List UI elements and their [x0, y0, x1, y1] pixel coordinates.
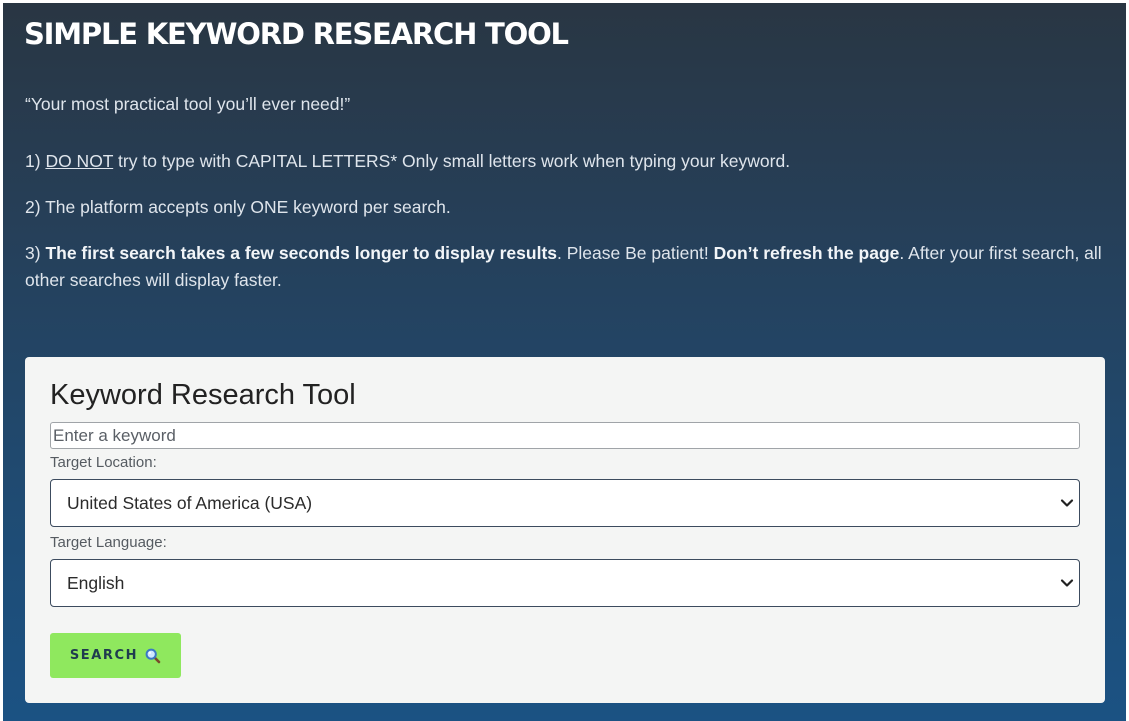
page-title: SIMPLE KEYWORD RESEARCH TOOL: [24, 17, 569, 51]
target-language-label: Target Language:: [50, 534, 167, 551]
search-button-label: SEARCH: [69, 648, 139, 663]
instruction-3-number: 3): [25, 243, 46, 263]
chevron-down-icon: [1060, 499, 1074, 507]
card-title: Keyword Research Tool: [50, 379, 356, 411]
instruction-3-bold-first: The first search takes a few seconds lon…: [45, 243, 558, 263]
chevron-down-icon: [1060, 579, 1074, 587]
target-language-value: English: [67, 573, 125, 593]
instruction-2: 2) The platform accepts only ONE keyword…: [25, 197, 451, 217]
instruction-3: 3) The first search takes a few seconds …: [25, 240, 1107, 294]
instruction-1: 1) DO NOT try to type with CAPITAL LETTE…: [25, 148, 790, 175]
instruction-1-emphasis: DO NOT: [45, 151, 114, 171]
instruction-1-text: try to type with CAPITAL LETTERS* Only s…: [113, 151, 791, 171]
search-button[interactable]: SEARCH: [50, 633, 181, 678]
keyword-tool-card: Keyword Research Tool Target Location: U…: [25, 357, 1105, 703]
instruction-3-middle: . Please Be patient!: [557, 243, 714, 263]
target-location-label: Target Location:: [50, 454, 157, 471]
page-background: SIMPLE KEYWORD RESEARCH TOOL “Your most …: [3, 3, 1126, 721]
target-language-select[interactable]: English: [50, 559, 1080, 607]
tagline-quote: “Your most practical tool you’ll ever ne…: [25, 94, 351, 114]
keyword-input[interactable]: [50, 422, 1080, 449]
target-location-select[interactable]: United States of America (USA): [50, 479, 1080, 527]
instruction-1-number: 1): [25, 151, 46, 171]
instruction-3-bold-second: Don’t refresh the page: [713, 243, 900, 263]
target-location-value: United States of America (USA): [67, 493, 313, 513]
magnifying-glass-icon: [145, 648, 161, 663]
